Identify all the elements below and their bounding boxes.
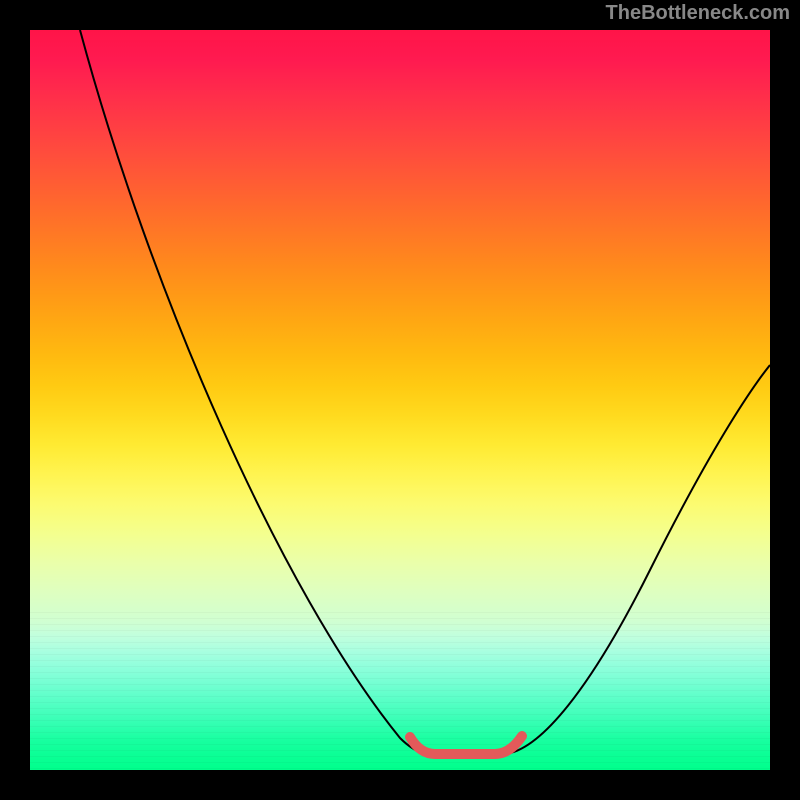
optimal-range-marker [410, 736, 522, 754]
curve-layer [30, 30, 770, 770]
curve-right [505, 365, 770, 754]
curve-left [80, 30, 425, 754]
chart-container: TheBottleneck.com [0, 0, 800, 800]
watermark-text: TheBottleneck.com [606, 2, 790, 25]
plot-area [30, 30, 770, 770]
